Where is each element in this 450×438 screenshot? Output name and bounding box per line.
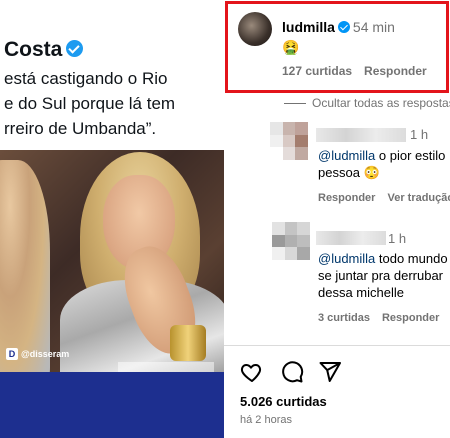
comments-panel: ludmilla 54 min 🤮 127 curtidas Responder O… bbox=[224, 0, 450, 438]
video-caption-strip bbox=[118, 362, 214, 372]
verified-icon bbox=[66, 39, 84, 57]
blurred-username bbox=[316, 128, 406, 142]
blurred-username bbox=[316, 231, 386, 245]
reply-button[interactable]: Responder bbox=[318, 192, 375, 204]
tweet-author: Costa bbox=[4, 38, 84, 62]
post-timestamp: há 2 horas bbox=[240, 414, 292, 426]
comment-text-line: o pior estilo bbox=[375, 148, 446, 163]
watermark-text: @disseram bbox=[21, 349, 70, 359]
avatar[interactable] bbox=[272, 222, 310, 260]
tweet-text: está castigando o Rio e do Sul porque lá… bbox=[4, 66, 224, 141]
share-icon[interactable] bbox=[318, 360, 342, 384]
reply-button[interactable]: Responder bbox=[364, 64, 427, 78]
comment-text: @ludmilla todo mundo se juntar pra derru… bbox=[318, 250, 448, 301]
like-count[interactable]: 5.026 curtidas bbox=[240, 394, 327, 409]
person-left bbox=[0, 160, 50, 372]
hide-replies-button[interactable]: Ocultar todas as respostas bbox=[284, 96, 450, 110]
watermark-logo-icon: D bbox=[6, 348, 18, 360]
heart-icon[interactable] bbox=[240, 360, 264, 384]
comment-meta: 3 curtidas Responder bbox=[318, 312, 439, 324]
comment-meta: 127 curtidas Responder bbox=[282, 64, 427, 78]
like-count[interactable]: 3 curtidas bbox=[318, 312, 370, 324]
tweet-line: rreiro de Umbanda”. bbox=[4, 119, 157, 138]
username[interactable]: ludmilla bbox=[282, 19, 335, 35]
post-comment-header: ludmilla 54 min bbox=[282, 19, 395, 35]
avatar[interactable] bbox=[270, 122, 308, 160]
post-media[interactable]: Costa está castigando o Rio e do Sul por… bbox=[0, 0, 224, 438]
comment-meta: Responder Ver tradução bbox=[318, 192, 450, 204]
mention-link[interactable]: @ludmilla bbox=[318, 148, 375, 163]
divider-line bbox=[284, 103, 306, 105]
comment-text: @ludmilla o pior estilo pessoa 😳 bbox=[318, 147, 445, 181]
tweet-author-name: Costa bbox=[4, 38, 63, 61]
avatar[interactable] bbox=[238, 12, 272, 46]
like-count[interactable]: 127 curtidas bbox=[282, 64, 352, 78]
divider bbox=[224, 345, 450, 346]
tweet-line: está castigando o Rio bbox=[4, 69, 168, 88]
comment-time: 1 h bbox=[410, 127, 429, 142]
comment-time: 1 h bbox=[388, 231, 407, 246]
translate-button[interactable]: Ver tradução bbox=[387, 192, 450, 204]
comment-text-line: pessoa 😳 bbox=[318, 165, 380, 180]
tweet-line: e do Sul porque lá tem bbox=[4, 94, 176, 113]
video-watermark: D @disseram bbox=[6, 348, 69, 360]
comment-text: 🤮 bbox=[282, 39, 300, 55]
tweet-card: Costa está castigando o Rio e do Sul por… bbox=[0, 0, 224, 150]
verified-icon bbox=[337, 21, 350, 33]
comment-text-line: todo mundo bbox=[375, 251, 448, 266]
video-frame[interactable] bbox=[0, 150, 224, 372]
comment-text-line: se juntar pra derrubar bbox=[318, 268, 444, 283]
comment-icon[interactable] bbox=[280, 360, 304, 384]
comment-text-line: dessa michelle bbox=[318, 285, 404, 300]
bracelet bbox=[170, 325, 206, 361]
hide-replies-label: Ocultar todas as respostas bbox=[312, 96, 450, 110]
comment-time: 54 min bbox=[352, 19, 395, 35]
mention-link[interactable]: @ludmilla bbox=[318, 251, 375, 266]
reply-button[interactable]: Responder bbox=[382, 312, 439, 324]
